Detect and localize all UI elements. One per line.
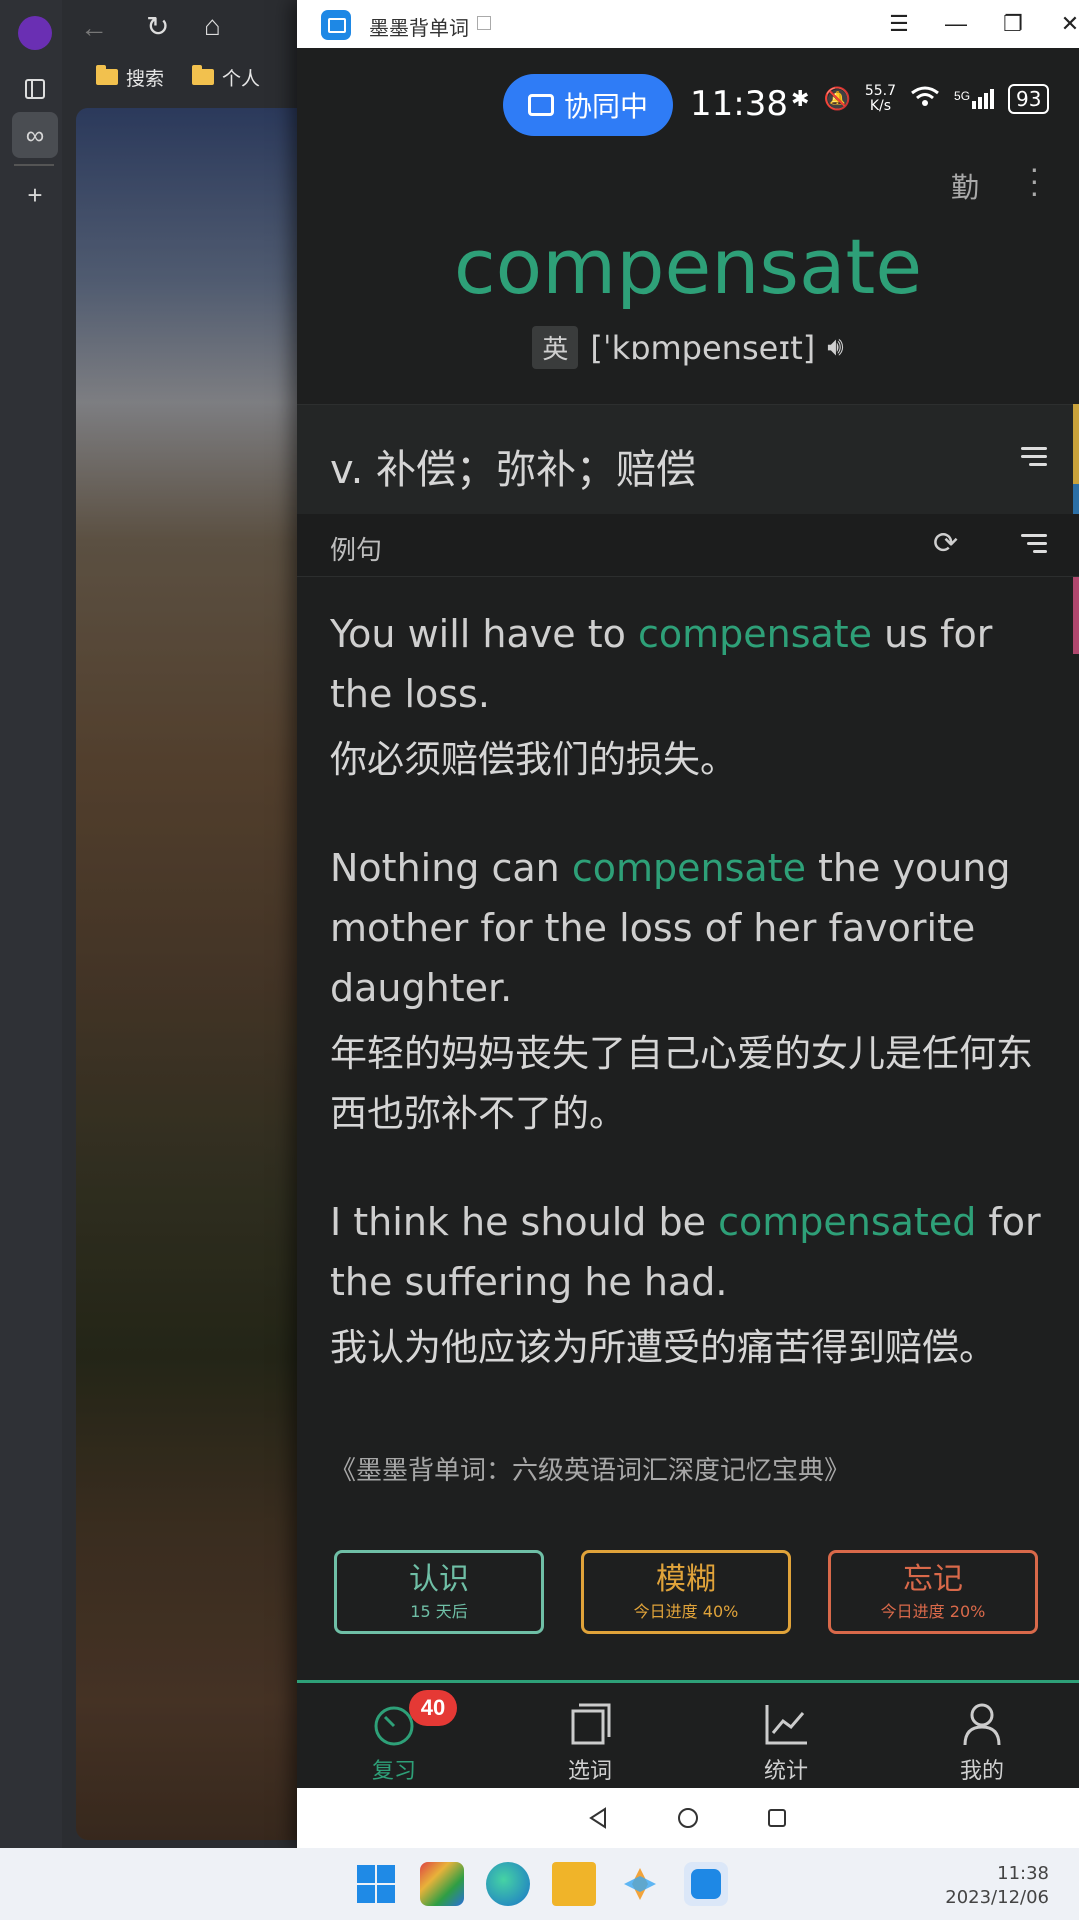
example-sentence: You will have to compensate us for the l… bbox=[330, 612, 993, 716]
list-lines-icon[interactable] bbox=[1021, 447, 1047, 466]
app-palette-icon[interactable] bbox=[420, 1862, 464, 1906]
phone-time: 11:38 bbox=[690, 84, 788, 124]
collab-label: 协同中 bbox=[563, 90, 648, 123]
folder-icon bbox=[192, 65, 214, 85]
system-clock[interactable]: 11:38 2023/12/06 bbox=[945, 1862, 1049, 1910]
windows-taskbar: 11:38 2023/12/06 bbox=[0, 1848, 1079, 1920]
word-meaning: v. 补偿；弥补；赔偿 bbox=[330, 447, 696, 493]
tab-stats[interactable]: 统计 bbox=[726, 1701, 846, 1785]
background-landscape-image bbox=[76, 108, 298, 1840]
highlighted-word: compensate bbox=[571, 846, 806, 890]
example-translation: 年轻的妈妈丧失了自己心爱的女儿是任何东西也弥补不了的。 bbox=[330, 1032, 1033, 1135]
window-title: 墨墨背单词 bbox=[369, 16, 469, 40]
refresh-icon[interactable]: ⟳ bbox=[933, 526, 958, 561]
wifi-icon bbox=[910, 85, 940, 113]
bookmark-label: 搜索 bbox=[126, 67, 165, 90]
battery-indicator: 93 bbox=[1008, 84, 1050, 114]
tabs-panel-icon[interactable] bbox=[12, 66, 58, 112]
bookmark-label: 个人 bbox=[222, 67, 261, 90]
forget-button[interactable]: 忘记 今日进度 20% bbox=[828, 1550, 1038, 1634]
home-icon[interactable]: ⌂ bbox=[204, 10, 221, 42]
review-count-badge: 40 bbox=[409, 1690, 457, 1726]
add-icon[interactable]: + bbox=[12, 172, 58, 218]
net-speed: 55.7 K/s bbox=[864, 83, 897, 114]
browser-sidebar: ∞ + bbox=[0, 0, 62, 1848]
window-titlebar: 墨墨背单词 ☰ — ❐ ✕ bbox=[297, 0, 1079, 48]
sidebar-divider bbox=[14, 164, 54, 166]
mute-bell-icon: 🔕 bbox=[823, 86, 851, 111]
vague-button[interactable]: 模糊 今日进度 40% bbox=[581, 1550, 791, 1634]
person-icon bbox=[963, 1703, 1001, 1746]
pinwheel-app-icon[interactable] bbox=[618, 1862, 662, 1906]
example-translation: 你必须赔偿我们的损失。 bbox=[330, 738, 737, 781]
recents-square-icon[interactable] bbox=[765, 1806, 789, 1830]
tab-profile[interactable]: 我的 bbox=[922, 1701, 1042, 1785]
filter-lines-icon[interactable] bbox=[1021, 534, 1047, 553]
back-triangle-icon[interactable] bbox=[587, 1806, 611, 1830]
meaning-section: v. 补偿；弥补；赔偿 bbox=[297, 404, 1079, 515]
tab-select-words[interactable]: 选词 bbox=[530, 1701, 650, 1785]
chart-icon bbox=[765, 1705, 807, 1745]
collab-pill[interactable]: 协同中 bbox=[503, 74, 673, 136]
restore-button[interactable]: ❐ bbox=[993, 6, 1033, 42]
app-icon bbox=[321, 10, 351, 40]
bluetooth-icon: ✱ bbox=[791, 86, 810, 111]
collab-screen-icon bbox=[527, 94, 554, 116]
example-sentence: I think he should be compensated for the… bbox=[330, 1200, 1041, 1304]
reload-icon[interactable]: ↻ bbox=[146, 10, 169, 43]
know-button[interactable]: 认识 15 天后 bbox=[334, 1550, 544, 1634]
accent-tag[interactable]: 英 bbox=[532, 326, 579, 369]
minimize-button[interactable]: — bbox=[936, 6, 976, 42]
windows-start-icon[interactable] bbox=[354, 1862, 398, 1906]
file-explorer-icon[interactable] bbox=[552, 1862, 596, 1906]
example-translation: 我认为他应该为所遭受的痛苦得到赔偿。 bbox=[330, 1326, 996, 1369]
example-sentence: Nothing can compensate the young mother … bbox=[330, 846, 1011, 1010]
pronunciation-row[interactable]: 英 [ˈkɒmpenseɪt] 🔊︎ bbox=[297, 326, 1079, 369]
edge-browser-icon[interactable] bbox=[486, 1862, 530, 1906]
status-icons: ✱ 🔕 55.7 K/s 5G 93 bbox=[791, 83, 1050, 114]
profile-avatar[interactable] bbox=[12, 10, 58, 56]
close-button[interactable]: ✕ bbox=[1050, 6, 1079, 42]
bookmark-personal[interactable]: 个人 bbox=[192, 62, 260, 92]
phone-mirror-window: 墨墨背单词 ☰ — ❐ ✕ 协同中 11:38 ✱ 🔕 55.7 K/s 5G … bbox=[297, 0, 1079, 1848]
cell-signal-icon: 5G bbox=[954, 89, 995, 109]
example-source: 《墨墨背单词：六级英语词汇深度记忆宝典》 bbox=[330, 1456, 851, 1486]
browser-toolbar: ← ↻ ⌂ 搜索 个人 bbox=[62, 0, 298, 100]
examples-header: 例句 ⟳ bbox=[297, 514, 1079, 577]
cards-icon bbox=[571, 1703, 611, 1745]
menu-button[interactable]: ☰ bbox=[879, 6, 919, 42]
android-nav-bar bbox=[297, 1788, 1079, 1848]
back-arrow-icon[interactable]: ← bbox=[80, 12, 108, 44]
phonetic: [ˈkɒmpenseɪt] bbox=[590, 328, 816, 367]
accent-strip-pink bbox=[1073, 564, 1079, 654]
more-vertical-icon[interactable]: · · · bbox=[1029, 152, 1040, 208]
spell-icon[interactable]: 勤 bbox=[951, 166, 979, 206]
workspace-infinity-icon[interactable]: ∞ bbox=[12, 112, 58, 158]
highlighted-word: compensate bbox=[637, 612, 873, 656]
folder-icon bbox=[96, 65, 118, 85]
speaker-icon[interactable]: 🔊︎ bbox=[827, 332, 843, 363]
pin-icon[interactable] bbox=[477, 16, 491, 30]
accent-strip-yellow bbox=[1073, 404, 1079, 484]
examples-label: 例句 bbox=[330, 536, 383, 566]
vocab-word: compensate bbox=[453, 222, 923, 311]
bookmark-search[interactable]: 搜索 bbox=[96, 62, 164, 92]
home-circle-icon[interactable] bbox=[676, 1806, 700, 1830]
highlighted-word: compensated bbox=[718, 1200, 977, 1244]
avatar bbox=[18, 16, 52, 50]
phone-link-icon[interactable] bbox=[684, 1862, 728, 1906]
